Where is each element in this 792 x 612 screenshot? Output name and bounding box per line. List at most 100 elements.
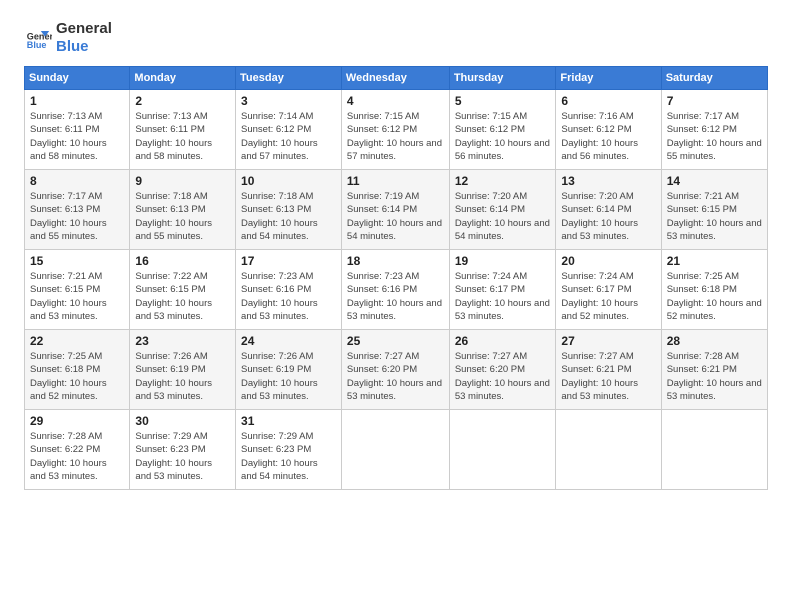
calendar-week-row: 22 Sunrise: 7:25 AMSunset: 6:18 PMDaylig… <box>25 330 768 410</box>
day-detail: Sunrise: 7:21 AMSunset: 6:15 PMDaylight:… <box>30 271 107 322</box>
day-number: 24 <box>241 334 336 348</box>
day-number: 22 <box>30 334 124 348</box>
day-number: 6 <box>561 94 655 108</box>
col-header-saturday: Saturday <box>661 67 767 90</box>
col-header-sunday: Sunday <box>25 67 130 90</box>
day-number: 30 <box>135 414 230 428</box>
day-detail: Sunrise: 7:13 AMSunset: 6:11 PMDaylight:… <box>30 111 107 162</box>
empty-cell <box>449 410 556 490</box>
col-header-wednesday: Wednesday <box>341 67 449 90</box>
calendar-day-cell: 15 Sunrise: 7:21 AMSunset: 6:15 PMDaylig… <box>25 250 130 330</box>
day-detail: Sunrise: 7:28 AMSunset: 6:22 PMDaylight:… <box>30 431 107 482</box>
day-detail: Sunrise: 7:25 AMSunset: 6:18 PMDaylight:… <box>30 351 107 402</box>
day-number: 16 <box>135 254 230 268</box>
day-detail: Sunrise: 7:26 AMSunset: 6:19 PMDaylight:… <box>135 351 212 402</box>
calendar-day-cell: 9 Sunrise: 7:18 AMSunset: 6:13 PMDayligh… <box>130 170 236 250</box>
calendar-day-cell: 19 Sunrise: 7:24 AMSunset: 6:17 PMDaylig… <box>449 250 556 330</box>
calendar-day-cell: 17 Sunrise: 7:23 AMSunset: 6:16 PMDaylig… <box>236 250 342 330</box>
calendar-day-cell: 4 Sunrise: 7:15 AMSunset: 6:12 PMDayligh… <box>341 90 449 170</box>
calendar-day-cell: 3 Sunrise: 7:14 AMSunset: 6:12 PMDayligh… <box>236 90 342 170</box>
calendar-day-cell: 14 Sunrise: 7:21 AMSunset: 6:15 PMDaylig… <box>661 170 767 250</box>
calendar-day-cell: 31 Sunrise: 7:29 AMSunset: 6:23 PMDaylig… <box>236 410 342 490</box>
day-number: 25 <box>347 334 444 348</box>
calendar-day-cell: 25 Sunrise: 7:27 AMSunset: 6:20 PMDaylig… <box>341 330 449 410</box>
calendar-day-cell: 13 Sunrise: 7:20 AMSunset: 6:14 PMDaylig… <box>556 170 661 250</box>
day-number: 7 <box>667 94 762 108</box>
calendar-day-cell: 22 Sunrise: 7:25 AMSunset: 6:18 PMDaylig… <box>25 330 130 410</box>
day-number: 8 <box>30 174 124 188</box>
day-detail: Sunrise: 7:28 AMSunset: 6:21 PMDaylight:… <box>667 351 762 402</box>
day-number: 2 <box>135 94 230 108</box>
day-detail: Sunrise: 7:20 AMSunset: 6:14 PMDaylight:… <box>455 191 550 242</box>
day-detail: Sunrise: 7:29 AMSunset: 6:23 PMDaylight:… <box>241 431 318 482</box>
day-detail: Sunrise: 7:27 AMSunset: 6:21 PMDaylight:… <box>561 351 638 402</box>
col-header-friday: Friday <box>556 67 661 90</box>
day-number: 11 <box>347 174 444 188</box>
col-header-monday: Monday <box>130 67 236 90</box>
calendar-week-row: 8 Sunrise: 7:17 AMSunset: 6:13 PMDayligh… <box>25 170 768 250</box>
day-number: 1 <box>30 94 124 108</box>
day-number: 9 <box>135 174 230 188</box>
day-detail: Sunrise: 7:20 AMSunset: 6:14 PMDaylight:… <box>561 191 638 242</box>
day-detail: Sunrise: 7:18 AMSunset: 6:13 PMDaylight:… <box>241 191 318 242</box>
day-detail: Sunrise: 7:23 AMSunset: 6:16 PMDaylight:… <box>347 271 442 322</box>
empty-cell <box>661 410 767 490</box>
day-number: 29 <box>30 414 124 428</box>
calendar-week-row: 15 Sunrise: 7:21 AMSunset: 6:15 PMDaylig… <box>25 250 768 330</box>
calendar-day-cell: 8 Sunrise: 7:17 AMSunset: 6:13 PMDayligh… <box>25 170 130 250</box>
day-detail: Sunrise: 7:18 AMSunset: 6:13 PMDaylight:… <box>135 191 212 242</box>
day-detail: Sunrise: 7:16 AMSunset: 6:12 PMDaylight:… <box>561 111 638 162</box>
calendar-day-cell: 1 Sunrise: 7:13 AMSunset: 6:11 PMDayligh… <box>25 90 130 170</box>
day-number: 18 <box>347 254 444 268</box>
day-number: 27 <box>561 334 655 348</box>
day-number: 4 <box>347 94 444 108</box>
calendar-day-cell: 29 Sunrise: 7:28 AMSunset: 6:22 PMDaylig… <box>25 410 130 490</box>
calendar-day-cell: 27 Sunrise: 7:27 AMSunset: 6:21 PMDaylig… <box>556 330 661 410</box>
empty-cell <box>556 410 661 490</box>
day-number: 17 <box>241 254 336 268</box>
calendar-day-cell: 12 Sunrise: 7:20 AMSunset: 6:14 PMDaylig… <box>449 170 556 250</box>
logo-icon: General Blue <box>24 24 52 52</box>
logo-text: General Blue <box>56 20 112 56</box>
calendar-day-cell: 10 Sunrise: 7:18 AMSunset: 6:13 PMDaylig… <box>236 170 342 250</box>
calendar: SundayMondayTuesdayWednesdayThursdayFrid… <box>24 66 768 490</box>
logo: General Blue General Blue <box>24 20 112 56</box>
calendar-header-row: SundayMondayTuesdayWednesdayThursdayFrid… <box>25 67 768 90</box>
calendar-day-cell: 23 Sunrise: 7:26 AMSunset: 6:19 PMDaylig… <box>130 330 236 410</box>
day-number: 5 <box>455 94 551 108</box>
day-number: 10 <box>241 174 336 188</box>
day-number: 12 <box>455 174 551 188</box>
calendar-day-cell: 7 Sunrise: 7:17 AMSunset: 6:12 PMDayligh… <box>661 90 767 170</box>
day-detail: Sunrise: 7:24 AMSunset: 6:17 PMDaylight:… <box>561 271 638 322</box>
day-detail: Sunrise: 7:15 AMSunset: 6:12 PMDaylight:… <box>347 111 442 162</box>
calendar-day-cell: 18 Sunrise: 7:23 AMSunset: 6:16 PMDaylig… <box>341 250 449 330</box>
day-number: 15 <box>30 254 124 268</box>
day-number: 3 <box>241 94 336 108</box>
page: General Blue General Blue SundayMondayTu… <box>0 0 792 612</box>
day-detail: Sunrise: 7:17 AMSunset: 6:12 PMDaylight:… <box>667 111 762 162</box>
calendar-day-cell: 16 Sunrise: 7:22 AMSunset: 6:15 PMDaylig… <box>130 250 236 330</box>
day-detail: Sunrise: 7:29 AMSunset: 6:23 PMDaylight:… <box>135 431 212 482</box>
day-detail: Sunrise: 7:17 AMSunset: 6:13 PMDaylight:… <box>30 191 107 242</box>
calendar-day-cell: 30 Sunrise: 7:29 AMSunset: 6:23 PMDaylig… <box>130 410 236 490</box>
calendar-day-cell: 11 Sunrise: 7:19 AMSunset: 6:14 PMDaylig… <box>341 170 449 250</box>
day-detail: Sunrise: 7:25 AMSunset: 6:18 PMDaylight:… <box>667 271 762 322</box>
day-detail: Sunrise: 7:15 AMSunset: 6:12 PMDaylight:… <box>455 111 550 162</box>
header: General Blue General Blue <box>24 20 768 56</box>
day-number: 19 <box>455 254 551 268</box>
calendar-day-cell: 26 Sunrise: 7:27 AMSunset: 6:20 PMDaylig… <box>449 330 556 410</box>
day-detail: Sunrise: 7:24 AMSunset: 6:17 PMDaylight:… <box>455 271 550 322</box>
col-header-tuesday: Tuesday <box>236 67 342 90</box>
day-number: 14 <box>667 174 762 188</box>
day-number: 21 <box>667 254 762 268</box>
day-detail: Sunrise: 7:26 AMSunset: 6:19 PMDaylight:… <box>241 351 318 402</box>
day-detail: Sunrise: 7:27 AMSunset: 6:20 PMDaylight:… <box>347 351 442 402</box>
calendar-week-row: 29 Sunrise: 7:28 AMSunset: 6:22 PMDaylig… <box>25 410 768 490</box>
empty-cell <box>341 410 449 490</box>
col-header-thursday: Thursday <box>449 67 556 90</box>
day-number: 23 <box>135 334 230 348</box>
day-detail: Sunrise: 7:21 AMSunset: 6:15 PMDaylight:… <box>667 191 762 242</box>
day-detail: Sunrise: 7:23 AMSunset: 6:16 PMDaylight:… <box>241 271 318 322</box>
svg-text:Blue: Blue <box>27 40 47 50</box>
day-number: 13 <box>561 174 655 188</box>
